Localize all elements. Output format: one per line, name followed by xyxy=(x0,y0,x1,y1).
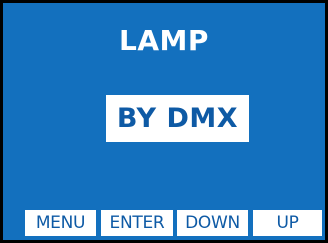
current-value: BY DMX xyxy=(106,95,249,142)
up-button[interactable]: UP xyxy=(253,210,322,236)
menu-title: LAMP xyxy=(119,24,209,57)
down-button[interactable]: DOWN xyxy=(177,210,248,236)
menu-button[interactable]: MENU xyxy=(25,210,96,236)
enter-button[interactable]: ENTER xyxy=(101,210,173,236)
lcd-screen: LAMP BY DMX MENU ENTER DOWN UP xyxy=(0,0,328,243)
